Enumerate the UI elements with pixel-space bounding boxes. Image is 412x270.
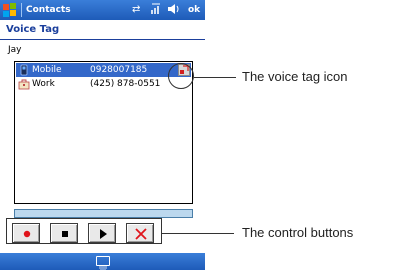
recording-progress-bar — [14, 209, 193, 218]
sync-icon[interactable]: ⇄ — [132, 3, 140, 17]
contact-name: Jay — [8, 45, 22, 55]
entry-number: 0928007185 — [90, 65, 148, 75]
ok-button[interactable]: ok — [188, 3, 200, 17]
bottom-menu-bar — [0, 253, 205, 270]
mobile-phone-icon — [18, 64, 30, 76]
list-item-work[interactable]: Work (425) 878-0551 — [16, 77, 191, 91]
controls-callout: The control buttons — [242, 225, 354, 240]
page-title: Voice Tag — [6, 24, 60, 35]
controls-leader-line — [162, 233, 234, 234]
entry-number: (425) 878-0551 — [90, 79, 161, 89]
list-item-mobile[interactable]: Mobile 0928007185 — [16, 63, 191, 77]
title-divider — [0, 39, 205, 40]
controls-highlight-box — [6, 218, 162, 244]
signal-icon[interactable] — [151, 3, 161, 20]
keyboard-icon[interactable] — [96, 256, 110, 270]
voice-tag-highlight-circle — [168, 63, 194, 89]
app-title: Contacts — [26, 5, 71, 15]
title-separator — [21, 3, 22, 17]
voice-tag-list[interactable]: Mobile 0928007185 Work (425) 878-0551 — [14, 61, 193, 204]
work-phone-icon — [18, 78, 30, 90]
voice-tag-leader-line — [194, 77, 236, 78]
speaker-icon[interactable] — [167, 3, 181, 20]
voice-tag-callout: The voice tag icon — [242, 69, 348, 84]
title-bar: Contacts ⇄ ok — [0, 0, 205, 20]
entry-label: Work — [32, 79, 55, 89]
entry-label: Mobile — [32, 65, 62, 75]
windows-start-icon[interactable] — [2, 2, 18, 18]
